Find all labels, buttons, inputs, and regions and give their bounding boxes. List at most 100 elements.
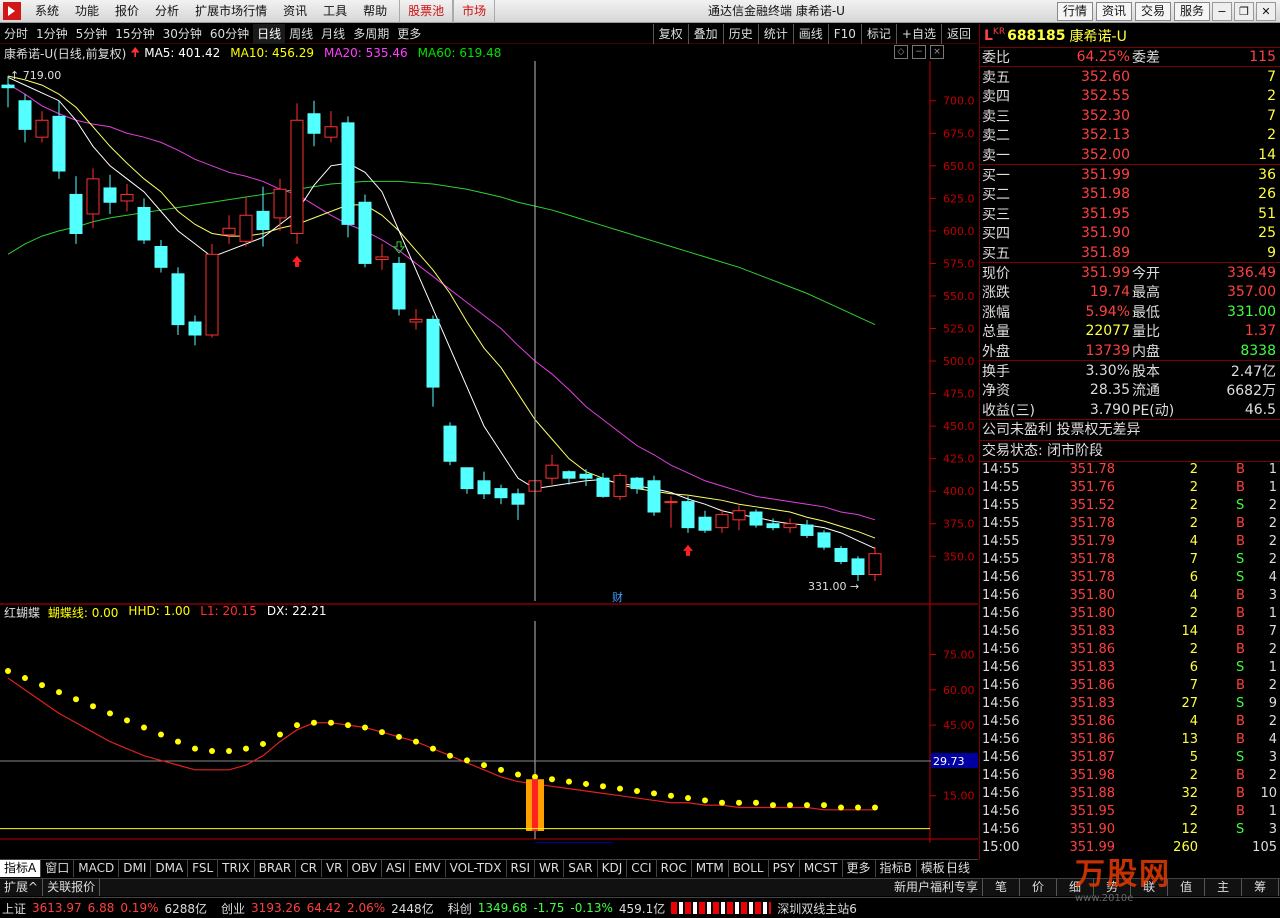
- indicator-tab-20[interactable]: MTM: [692, 860, 729, 877]
- chart-tool-3[interactable]: 统计: [757, 24, 793, 44]
- indicator-tab-25[interactable]: 指标B: [876, 860, 917, 877]
- candle-body[interactable]: [52, 115, 66, 172]
- bottom-tab-0[interactable]: 扩展^: [0, 879, 44, 896]
- indicator-tab-7[interactable]: BRAR: [255, 860, 297, 877]
- indicator-tab-6[interactable]: TRIX: [218, 860, 255, 877]
- menu-item-2[interactable]: 报价: [107, 0, 147, 23]
- menu-item-4[interactable]: 扩展市场行情: [187, 0, 275, 23]
- chart-tool-4[interactable]: 画线: [792, 24, 828, 44]
- indicator-tab-18[interactable]: CCI: [627, 860, 657, 877]
- candle-body[interactable]: [256, 210, 270, 231]
- indicator-tab-16[interactable]: SAR: [564, 860, 598, 877]
- candle-body[interactable]: [188, 321, 202, 336]
- candle-body[interactable]: [511, 493, 525, 505]
- tick-list[interactable]: 14:55 351.78 2 B 1 14:55 351.76 2 B 1 14:55 351.52 2…: [980, 462, 1280, 858]
- kline-chart[interactable]: 700.0 675.0 650.0 625.0 600.0 575.0 550.0 525.0…: [0, 61, 978, 843]
- candle-body[interactable]: [698, 516, 712, 531]
- candle-body[interactable]: [630, 477, 644, 490]
- indicator-tab-1[interactable]: 窗口: [41, 860, 75, 877]
- chart-tool-0[interactable]: 复权: [652, 24, 688, 44]
- candle-body[interactable]: [732, 510, 746, 521]
- bid-row-4[interactable]: 买五 351.89 9: [980, 243, 1280, 262]
- candle-body[interactable]: [562, 471, 576, 479]
- candle-body[interactable]: [324, 126, 338, 138]
- candle-body[interactable]: [171, 273, 185, 326]
- candle-body[interactable]: [154, 246, 168, 268]
- indicator-tab-0[interactable]: 指标A: [0, 860, 42, 877]
- indicator-tab-24[interactable]: 更多: [843, 860, 876, 877]
- period-tab-8[interactable]: 月线: [317, 24, 349, 44]
- diamond-icon[interactable]: ◇: [894, 45, 908, 59]
- bid-row-1[interactable]: 买二 351.98 26: [980, 185, 1280, 204]
- period-tab-10[interactable]: 更多: [393, 24, 425, 44]
- candle-body[interactable]: [1, 84, 15, 89]
- restore-icon[interactable]: ❐: [1234, 2, 1254, 21]
- indicator-tab-13[interactable]: VOL-TDX: [446, 860, 507, 877]
- close-icon[interactable]: ✕: [1256, 2, 1276, 21]
- indicator-tab-23[interactable]: MCST: [800, 860, 843, 877]
- bottom-right-tab-1[interactable]: 笔: [983, 879, 1021, 896]
- chart-tool-8[interactable]: 返回: [940, 24, 976, 44]
- indicator-tab-11[interactable]: ASI: [382, 860, 411, 877]
- period-tab-3[interactable]: 15分钟: [111, 24, 158, 44]
- minus-icon[interactable]: −: [912, 45, 926, 59]
- bottom-right-tab-0[interactable]: 新用户福利专享: [890, 879, 984, 896]
- chart-tool-5[interactable]: F10: [827, 24, 861, 44]
- candle-body[interactable]: [358, 201, 372, 264]
- bid-row-2[interactable]: 买三 351.95 51: [980, 204, 1280, 223]
- menu-item-7[interactable]: 帮助: [355, 0, 395, 23]
- candle-body[interactable]: [409, 318, 423, 323]
- candle-body[interactable]: [307, 113, 321, 134]
- menu-item-1[interactable]: 功能: [67, 0, 107, 23]
- candle-body[interactable]: [341, 122, 355, 225]
- candle-body[interactable]: [834, 547, 848, 562]
- indicator-tab-17[interactable]: KDJ: [598, 860, 628, 877]
- candle-body[interactable]: [596, 477, 610, 497]
- ask-row-0[interactable]: 卖五 352.60 7: [980, 67, 1280, 86]
- candle-body[interactable]: [868, 553, 882, 575]
- candle-body[interactable]: [766, 523, 780, 529]
- period-tab-5[interactable]: 60分钟: [206, 24, 253, 44]
- candle-body[interactable]: [579, 473, 593, 479]
- menu-item-3[interactable]: 分析: [147, 0, 187, 23]
- menu-red-1[interactable]: 市场: [453, 0, 496, 23]
- indicator-tab-22[interactable]: PSY: [769, 860, 800, 877]
- indicator-tab-2[interactable]: MACD: [74, 860, 120, 877]
- chart-tool-1[interactable]: 叠加: [687, 24, 723, 44]
- menu-red-0[interactable]: 股票池: [399, 0, 454, 23]
- candle-body[interactable]: [664, 501, 678, 504]
- indicator-tab-3[interactable]: DMI: [119, 860, 152, 877]
- candle-body[interactable]: [460, 467, 474, 490]
- period-tab-7[interactable]: 周线: [285, 24, 317, 44]
- candle-body[interactable]: [443, 425, 457, 462]
- candle-body[interactable]: [681, 501, 695, 529]
- indicator-tab-8[interactable]: CR: [296, 860, 322, 877]
- top-button-1[interactable]: 资讯: [1095, 2, 1132, 21]
- indicator-tab-14[interactable]: RSI: [507, 860, 536, 877]
- candle-body[interactable]: [137, 206, 151, 241]
- candle-body[interactable]: [800, 524, 814, 536]
- period-tab-0[interactable]: 分时: [0, 24, 32, 44]
- period-tab-6[interactable]: 日线: [253, 23, 286, 44]
- bottom-tab-1[interactable]: 关联报价: [43, 879, 101, 896]
- indicator-tab-19[interactable]: ROC: [657, 860, 692, 877]
- candle-body[interactable]: [749, 511, 763, 526]
- bid-row-3[interactable]: 买四 351.90 25: [980, 224, 1280, 243]
- candle-body[interactable]: [392, 262, 406, 310]
- candle-body[interactable]: [426, 318, 440, 388]
- period-tab-2[interactable]: 5分钟: [72, 24, 112, 44]
- x-icon[interactable]: ×: [930, 45, 944, 59]
- indicator-tab-12[interactable]: EMV: [410, 860, 446, 877]
- candle-body[interactable]: [545, 464, 559, 479]
- top-button-2[interactable]: 交易: [1134, 2, 1171, 21]
- ask-row-2[interactable]: 卖三 352.30 7: [980, 106, 1280, 125]
- candle-body[interactable]: [851, 558, 865, 575]
- top-button-0[interactable]: 行情: [1056, 2, 1093, 21]
- finance-marker[interactable]: 财: [612, 590, 623, 604]
- candle-body[interactable]: [375, 256, 389, 261]
- ask-row-4[interactable]: 卖一 352.00 14: [980, 145, 1280, 164]
- candle-body[interactable]: [120, 193, 134, 202]
- candle-body[interactable]: [494, 488, 508, 499]
- menu-item-5[interactable]: 资讯: [275, 0, 315, 23]
- indicator-tab-5[interactable]: FSL: [188, 860, 219, 877]
